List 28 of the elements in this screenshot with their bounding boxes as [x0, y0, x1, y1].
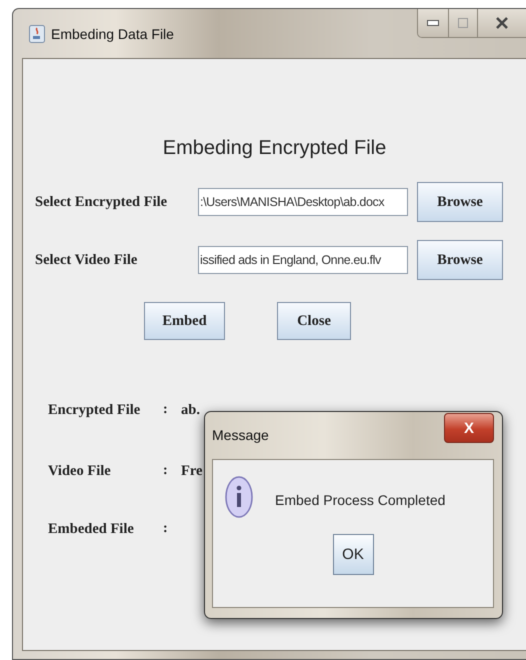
- ok-button[interactable]: OK: [332, 534, 374, 575]
- window-title: Embeding Data File: [51, 26, 174, 42]
- field-label: Select Video File: [35, 252, 138, 268]
- minimize-icon: [427, 20, 439, 26]
- close-icon: [495, 16, 509, 30]
- close-button[interactable]: Close: [277, 302, 351, 340]
- result-label: Encrypted File: [48, 402, 142, 418]
- result-label: Embeded File: [48, 520, 135, 538]
- minimize-button[interactable]: [418, 9, 449, 37]
- maximize-icon: [458, 18, 468, 28]
- form-heading: Embeding Encrypted File: [162, 137, 388, 160]
- dialog-message: Embed Process Completed: [275, 492, 446, 508]
- info-icon: [225, 476, 253, 518]
- browse-button[interactable]: Browse: [417, 240, 503, 280]
- path-field[interactable]: issified ads in England, Onne.eu.flv: [198, 246, 408, 274]
- colon-separator: :: [163, 402, 169, 418]
- result-value: ab.: [181, 402, 200, 418]
- result-value: Fre: [181, 462, 202, 480]
- colon-separator: :: [163, 521, 169, 537]
- embed-button[interactable]: Embed: [144, 302, 225, 340]
- browse-button[interactable]: Browse: [417, 182, 503, 222]
- dialog-title: Message: [212, 427, 269, 443]
- dialog-close-button[interactable]: X: [444, 413, 494, 443]
- colon-separator: :: [163, 463, 169, 479]
- close-button[interactable]: [478, 9, 526, 37]
- path-field[interactable]: :\Users\MANISHA\Desktop\ab.docx: [198, 188, 408, 216]
- field-label: Select Encrypted File: [35, 194, 168, 210]
- result-label: Video File: [48, 462, 112, 480]
